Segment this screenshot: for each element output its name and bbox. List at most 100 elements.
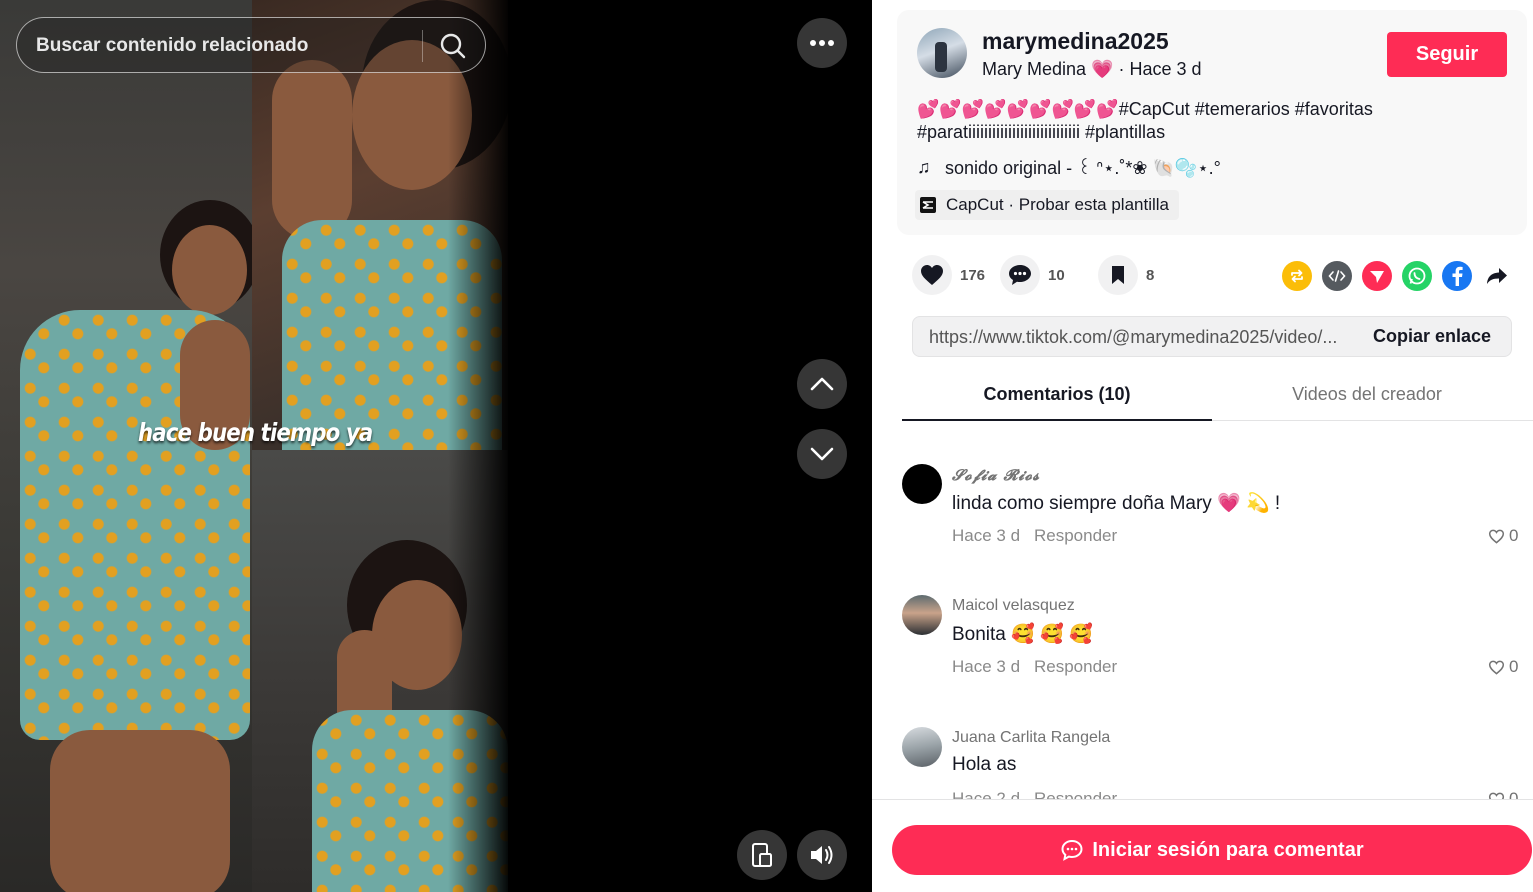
embed-button[interactable] [1322, 261, 1352, 291]
comment-time: Hace 3 d [952, 657, 1021, 676]
comment-text: linda como siempre doña Mary 💗 💫 ! [952, 493, 1281, 514]
search-placeholder: Buscar contenido relacionado [36, 35, 309, 56]
chevron-down-icon [810, 447, 834, 461]
action-bar: 176 10 8 [912, 255, 1512, 295]
send-to-friends-button[interactable] [1362, 261, 1392, 291]
comment-like-button[interactable]: 0 [1488, 789, 1518, 799]
author-username[interactable]: marymedina2025 [982, 28, 1169, 55]
floating-player-icon [752, 843, 772, 867]
capcut-template-chip[interactable]: CapCut · Probar esta plantilla [915, 190, 1180, 220]
facebook-icon [1452, 266, 1463, 286]
chevron-up-icon [810, 377, 834, 391]
repost-button[interactable] [1282, 261, 1312, 291]
volume-icon [811, 846, 833, 864]
capcut-template-label: CapCut · Probar esta plantilla [946, 195, 1170, 214]
video-link-box: https://www.tiktok.com/@marymedina2025/v… [912, 316, 1512, 357]
tab-creator-videos[interactable]: Videos del creador [1212, 384, 1522, 405]
next-video-button[interactable] [797, 429, 847, 479]
avatar-figure [935, 42, 947, 72]
video-vignette [448, 0, 508, 892]
reply-button[interactable]: Responder [1034, 526, 1117, 546]
comment-item: 𝓢𝓸𝓯𝓲𝓪 𝓡𝓲𝓸𝓼 linda como siempre doña Mary … [902, 464, 1522, 574]
author-avatar[interactable] [917, 28, 967, 78]
comment-item: Juana Carlita Rangela Hola as Hace 2 d R… [902, 727, 1522, 799]
video-overlay-text: hace buen tiempo ya [138, 418, 373, 447]
tab-comments[interactable]: Comentarios (10) [902, 384, 1212, 405]
comment-item: Maicol velasquez Bonita 🥰 🥰 🥰 Hace 3 d R… [902, 595, 1522, 705]
save-button[interactable] [1098, 255, 1138, 295]
comment-time: Hace 3 d [952, 526, 1021, 545]
author-nickname-row: Mary Medina 💗 · Hace 3 d [982, 59, 1202, 80]
heart-outline-icon [1488, 660, 1505, 675]
capcut-icon [920, 197, 936, 213]
video-description-card: marymedina2025 Mary Medina 💗 · Hace 3 d … [897, 10, 1527, 235]
comment-count: 10 [1048, 266, 1065, 284]
music-link[interactable]: ♫ sonido original - ꒰ ᐢ⋆.˚*❀ 🐚🫧⋆.° [917, 156, 1221, 179]
comment-bubble-icon [1009, 265, 1031, 285]
search-divider [422, 30, 423, 62]
save-count: 8 [1146, 266, 1155, 284]
video-player[interactable]: hace buen tiempo ya Buscar contenido rel… [0, 0, 872, 892]
login-to-comment-button[interactable]: Iniciar sesión para comentar [892, 825, 1532, 875]
reply-button[interactable]: Responder [1034, 789, 1117, 799]
comments-tabs: Comentarios (10) Videos del creador [902, 370, 1533, 421]
previous-video-button[interactable] [797, 359, 847, 409]
facebook-share-button[interactable] [1442, 261, 1472, 291]
side-panel: marymedina2025 Mary Medina 💗 · Hace 3 d … [872, 0, 1533, 892]
comment-author[interactable]: Juana Carlita Rangela [952, 729, 1110, 747]
comment-text: Hola as [952, 754, 1017, 775]
post-time: · Hace 3 d [1113, 59, 1202, 79]
share-arrow-icon [1487, 268, 1507, 284]
author-nickname[interactable]: Mary Medina 💗 [982, 59, 1113, 79]
embed-icon [1328, 270, 1346, 282]
heart-icon [921, 265, 943, 285]
comment-time: Hace 2 d [952, 789, 1021, 799]
copy-link-button[interactable]: Copiar enlace [1373, 326, 1491, 347]
whatsapp-icon [1408, 267, 1426, 285]
bookmark-icon [1112, 266, 1124, 284]
comment-like-button[interactable]: 0 [1488, 657, 1518, 677]
music-note-icon: ♫ [917, 157, 931, 177]
music-title: sonido original - ꒰ ᐢ⋆.˚*❀ 🐚🫧⋆.° [945, 158, 1221, 178]
commenter-avatar[interactable] [902, 595, 942, 635]
search-input[interactable]: Buscar contenido relacionado [16, 17, 486, 73]
save-action[interactable]: 8 [1098, 255, 1154, 295]
like-count: 176 [960, 266, 986, 284]
comment-like-count: 0 [1509, 657, 1519, 676]
floating-player-button[interactable] [737, 830, 787, 880]
comment-author[interactable]: Maicol velasquez [952, 597, 1075, 615]
video-link-url[interactable]: https://www.tiktok.com/@marymedina2025/v… [929, 327, 1354, 348]
whatsapp-share-button[interactable] [1402, 261, 1432, 291]
repost-icon [1291, 269, 1303, 283]
heart-outline-icon [1488, 792, 1505, 799]
commenter-avatar[interactable] [902, 464, 942, 504]
more-share-button[interactable] [1482, 261, 1512, 291]
more-options-button[interactable] [797, 18, 847, 68]
commenter-avatar[interactable] [902, 727, 942, 767]
video-caption: 💕💕💕💕💕💕💕💕💕#CapCut #temerarios #favoritas … [917, 99, 1373, 142]
comment-button[interactable] [1000, 255, 1040, 295]
comment-list[interactable]: 𝓢𝓸𝓯𝓲𝓪 𝓡𝓲𝓸𝓼 linda como siempre doña Mary … [872, 421, 1533, 799]
send-icon [1370, 271, 1384, 283]
comment-like-button[interactable]: 0 [1488, 526, 1518, 546]
face-shape [172, 225, 247, 315]
comment-author[interactable]: 𝓢𝓸𝓯𝓲𝓪 𝓡𝓲𝓸𝓼 [952, 466, 1040, 484]
video-frame[interactable]: hace buen tiempo ya [0, 0, 508, 892]
more-dots-icon [810, 40, 834, 46]
comment-like-count: 0 [1509, 789, 1519, 799]
like-action[interactable]: 176 [912, 255, 985, 295]
legs-shape [50, 730, 230, 892]
comment-bubble-outline-icon [1061, 839, 1083, 861]
comment-text: Bonita 🥰 🥰 🥰 [952, 624, 1093, 645]
follow-button[interactable]: Seguir [1387, 32, 1507, 77]
heart-outline-icon [1488, 529, 1505, 544]
search-icon[interactable] [439, 32, 467, 60]
volume-button[interactable] [797, 830, 847, 880]
arm-shape [272, 60, 352, 240]
reply-button[interactable]: Responder [1034, 657, 1117, 677]
comment-action[interactable]: 10 [1000, 255, 1065, 295]
login-to-comment-label: Iniciar sesión para comentar [1092, 838, 1364, 861]
comment-like-count: 0 [1509, 526, 1519, 545]
like-button[interactable] [912, 255, 952, 295]
comment-login-bar: Iniciar sesión para comentar [872, 799, 1533, 892]
